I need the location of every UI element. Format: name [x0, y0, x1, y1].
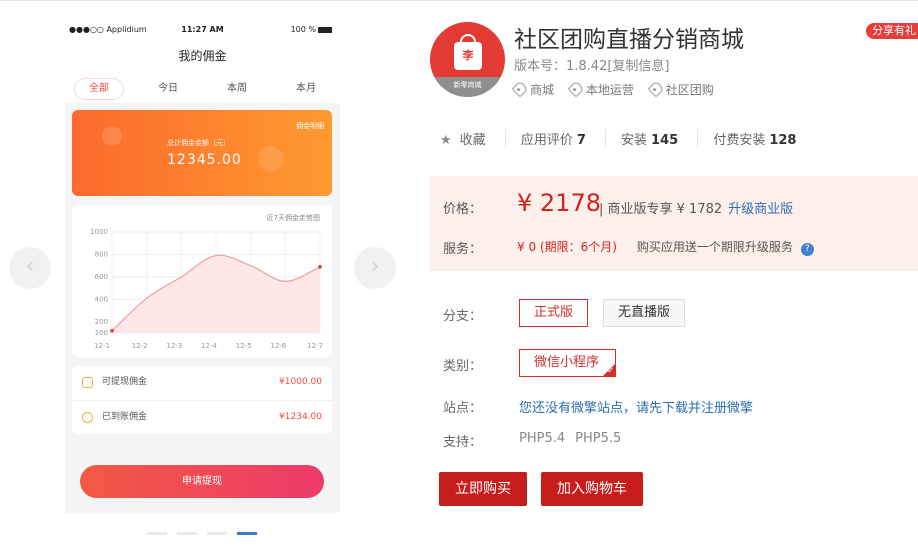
- install-stat: 安装 145: [605, 129, 693, 148]
- favorite-button[interactable]: ★ 收藏: [440, 129, 501, 148]
- phone-screenshot: ●●●○○ Applidium 11:27 AM 100 % 我的佣金 全部 今…: [65, 15, 340, 513]
- service-label: 服务：: [443, 242, 483, 257]
- data-point: [318, 264, 322, 269]
- page-dot-active[interactable]: [237, 532, 257, 535]
- commission-trend-chart: 近7天佣金走势图 1000 800 600 400 200 100 12-1 12-2 12-3…: [72, 205, 332, 357]
- decoration: [102, 126, 122, 146]
- screenshot-gallery: ‹ › ●●●○○ Applidium 11:27 AM 100 % 我的佣金 …: [0, 0, 410, 551]
- help-icon[interactable]: ?: [800, 243, 814, 256]
- total-commission-label: 总计佣金金额（元）: [167, 139, 230, 147]
- withdrawable-label: 可提现佣金: [102, 377, 148, 387]
- rating-stat[interactable]: 应用评价 7: [504, 129, 601, 148]
- page-dot[interactable]: [147, 532, 167, 535]
- commission-summary-card: 佣金明细 总计佣金金额（元） 12345.00: [72, 110, 332, 196]
- series-area: [112, 255, 320, 333]
- support-label: 支持：: [443, 435, 483, 450]
- total-commission-amount: 12345.00: [167, 152, 242, 168]
- category-option-wechat-miniprogram[interactable]: 微信小程序 ✓: [519, 349, 617, 377]
- phone-page-title: 我的佣金: [178, 49, 227, 63]
- price-value: ¥ 2178: [517, 189, 601, 217]
- category-label: 类别：: [443, 359, 483, 374]
- version-label: 版本号：1.8.42: [514, 59, 608, 74]
- tag-item[interactable]: 社区团购: [647, 80, 714, 98]
- price-panel: 价格： ¥ 2178 | 商业版专享 ¥ 1782 升级商业版 服务： ¥ 0 (…: [429, 176, 918, 271]
- tag-icon: [511, 80, 529, 98]
- battery-icon: [318, 27, 332, 33]
- data-point: [110, 328, 114, 333]
- chevron-left-icon[interactable]: ‹: [9, 247, 51, 289]
- received-value: ¥1234.00: [279, 412, 322, 422]
- version-info: 版本号：1.8.42[复制信息]: [514, 55, 670, 74]
- product-tags: 商城 本地运营 社区团购: [511, 80, 726, 98]
- x-tick-label: 12-4: [201, 342, 217, 350]
- wallet-icon: [82, 377, 93, 388]
- app-logo: 李 新零商城: [430, 22, 505, 97]
- x-tick-label: 12-6: [270, 342, 286, 350]
- y-tick-label: 400: [95, 295, 108, 303]
- star-icon: ★: [440, 133, 452, 148]
- logo-caption: 新零商城: [430, 77, 505, 97]
- check-icon: ✓: [607, 366, 615, 375]
- tag-icon: [567, 80, 585, 98]
- x-tick-label: 12-1: [94, 342, 110, 350]
- tag-icon: [647, 80, 665, 98]
- add-to-cart-button[interactable]: 加入购物车: [541, 472, 643, 506]
- product-stats: ★ 收藏 应用评价 7 安装 145 付费安装 128: [440, 129, 811, 148]
- tab-week[interactable]: 本周: [213, 79, 261, 99]
- service-info: ¥ 0 (期限：6个月) 购买应用送一个期限升级服务?: [517, 238, 814, 256]
- y-tick-label: 800: [95, 250, 108, 258]
- battery-indicator: 100 %: [291, 25, 332, 34]
- apply-withdraw-button[interactable]: 申请提现: [80, 465, 324, 498]
- decoration: [258, 146, 284, 172]
- supported-php-versions: PHP5.4 PHP5.5: [519, 431, 622, 446]
- business-price: | 商业版专享 ¥ 1782 升级商业版: [599, 202, 794, 217]
- received-row[interactable]: 已到账佣金 ¥1234.00: [72, 400, 332, 433]
- register-site-link[interactable]: 您还没有微擎站点，请先下载并注册微擎: [519, 397, 753, 416]
- withdrawable-value: ¥1000.00: [279, 377, 322, 387]
- status-bar: ●●●○○ Applidium 11:27 AM 100 %: [65, 15, 340, 37]
- product-title: 社区团购直播分销商城: [514, 27, 744, 53]
- page-dot[interactable]: [177, 532, 197, 535]
- site-label: 站点：: [443, 401, 483, 416]
- tag-item[interactable]: 本地运营: [567, 80, 634, 98]
- received-label: 已到账佣金: [102, 412, 148, 422]
- page-dot[interactable]: [207, 532, 227, 535]
- check-circle-icon: [82, 412, 93, 423]
- period-tabs: 全部 今日 本周 本月: [65, 79, 340, 99]
- x-tick-label: 12-5: [236, 342, 252, 350]
- tab-month[interactable]: 本月: [282, 79, 330, 99]
- upgrade-business-link[interactable]: 升级商业版: [728, 202, 793, 217]
- tab-all[interactable]: 全部: [75, 79, 123, 99]
- tag-item[interactable]: 商城: [511, 80, 554, 98]
- withdrawable-row[interactable]: 可提现佣金 ¥1000.00: [72, 366, 332, 399]
- y-tick-label: 200: [95, 318, 108, 326]
- branch-option-no-live[interactable]: 无直播版: [603, 299, 686, 327]
- trend-chart-svg: 1000 800 600 400 200 100 12-1 12-2 12-3 12-4 12-5 1…: [90, 228, 323, 350]
- y-tick-label: 600: [95, 273, 108, 281]
- shopping-bag-icon: 李: [454, 42, 482, 70]
- x-tick-label: 12-2: [132, 342, 148, 350]
- paid-install-stat: 付费安装 128: [697, 129, 811, 148]
- price-label: 价格：: [443, 202, 483, 217]
- commission-detail-link[interactable]: 佣金明细: [296, 121, 324, 131]
- x-tick-label: 12-3: [166, 342, 182, 350]
- share-badge[interactable]: 分享有礼: [866, 23, 918, 39]
- y-tick-label: 100: [95, 329, 108, 337]
- x-tick-label: 12-7: [307, 342, 323, 350]
- tab-today[interactable]: 今日: [144, 79, 192, 99]
- copy-info-link[interactable]: [复制信息]: [607, 59, 669, 74]
- phone-content: 佣金明细 总计佣金金额（元） 12345.00 近7天佣金走势图 1000 800…: [65, 103, 340, 513]
- y-tick-label: 1000: [90, 228, 108, 236]
- chevron-right-icon[interactable]: ›: [354, 247, 396, 289]
- branch-label: 分支：: [443, 309, 483, 324]
- branch-option-official[interactable]: 正式版: [519, 299, 589, 327]
- commission-list: 可提现佣金 ¥1000.00 已到账佣金 ¥1234.00: [72, 366, 332, 434]
- buy-now-button[interactable]: 立即购买: [439, 472, 527, 506]
